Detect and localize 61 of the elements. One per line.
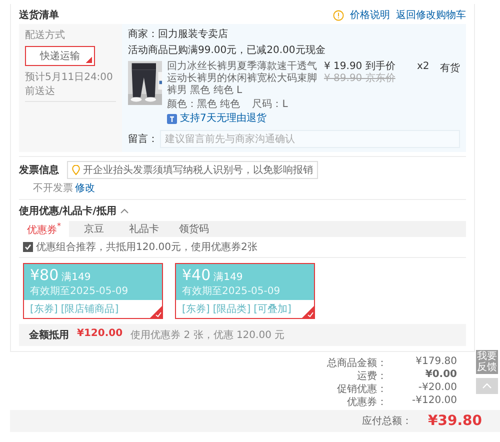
payable-amount: ¥39.80 bbox=[426, 413, 482, 429]
return-policy: 支持7天无理由退货 bbox=[180, 113, 266, 125]
tab[interactable]: 礼品卡 bbox=[119, 221, 169, 237]
checkbox[interactable] bbox=[23, 242, 33, 252]
shop-name: 商家：回力服装专卖店 bbox=[128, 28, 229, 41]
payable-label: 应付总额： bbox=[361, 414, 412, 428]
delivery-option[interactable]: 快递运输 bbox=[25, 46, 95, 66]
summary-amount: ¥120.00 bbox=[77, 328, 123, 341]
coupon-tag: [限品类] bbox=[212, 302, 251, 316]
total-value: ¥179.80 bbox=[414, 356, 457, 369]
field-label: 留言： bbox=[128, 132, 158, 146]
feedback-button[interactable]: 我要反馈 bbox=[476, 350, 498, 374]
tip-text: 开企业抬头发票须填写纳税人识别号，以免影响报销 bbox=[83, 164, 313, 177]
summary-label: 金额抵用 bbox=[29, 328, 69, 342]
summary-text: 使用优惠券 2 张，优惠 120.00 元 bbox=[130, 328, 285, 342]
coupon-tag: [东券] bbox=[182, 302, 210, 316]
section-title: 发票信息 bbox=[19, 164, 59, 177]
edit-link[interactable]: 修改 bbox=[75, 181, 95, 195]
coupon-condition: 满149 bbox=[62, 270, 91, 284]
stock-status: 有货 bbox=[440, 62, 460, 75]
product-size: 尺码：L bbox=[252, 99, 288, 111]
delivery-estimate: 预计5月11日24:00前送达 bbox=[25, 70, 116, 102]
check-corner-icon bbox=[150, 306, 162, 318]
return-badge-icon bbox=[167, 114, 177, 124]
section-title: 送货清单 bbox=[19, 8, 59, 22]
chevron-icon[interactable] bbox=[120, 208, 130, 214]
total-label: 总商品金额： bbox=[326, 356, 387, 369]
coupon-amount: ¥80 bbox=[30, 266, 59, 284]
total-label: 优惠券： bbox=[346, 396, 387, 408]
check-corner-icon bbox=[302, 306, 314, 318]
coupon-tag: [限店铺商品] bbox=[60, 302, 119, 316]
checkbox-label: 优惠组合推荐，共抵用120.00元，使用优惠券2张 bbox=[36, 240, 258, 254]
total-label: 运费： bbox=[356, 370, 387, 382]
product-color: 颜色：黑色 纯色 bbox=[167, 99, 240, 111]
field-label: 配送方式 bbox=[25, 28, 65, 42]
coupon-validity: 有效期至2025-05-09 bbox=[182, 286, 280, 297]
coupon-condition: 满149 bbox=[214, 270, 243, 284]
back-to-cart-link[interactable]: 返回修改购物车 bbox=[396, 8, 466, 22]
total-label: 促销优惠： bbox=[336, 382, 387, 395]
total-value: -¥120.00 bbox=[411, 395, 457, 408]
info-icon bbox=[333, 10, 344, 20]
promo-text: 活动商品已购满99.00元，已减20.00元现金 bbox=[128, 44, 326, 57]
coupon-amount: ¥40 bbox=[182, 266, 211, 284]
tab[interactable]: 优惠券$^{*}$ bbox=[19, 221, 69, 237]
invoice-status: 不开发票 bbox=[33, 182, 73, 195]
quantity: x2 bbox=[417, 61, 430, 72]
total-value: ¥0.00 bbox=[424, 369, 457, 382]
price-note-link[interactable]: 价格说明 bbox=[350, 8, 390, 22]
section-title[interactable]: 使用优惠/礼品卡/抵用 bbox=[19, 204, 116, 218]
tab[interactable]: 领货码 bbox=[169, 221, 219, 237]
product-price: ¥ 19.90 到手价 bbox=[324, 61, 396, 72]
tab[interactable]: 京豆 bbox=[69, 221, 119, 237]
location-pin-icon bbox=[72, 165, 80, 175]
coupon-tag: [可叠加] bbox=[254, 302, 292, 316]
chevron-up-icon bbox=[482, 383, 492, 389]
total-value: -¥20.00 bbox=[417, 382, 457, 395]
coupon-tag: [东券] bbox=[30, 302, 58, 316]
product-title[interactable]: 回力冰丝长裤男夏季薄款速干透气运动长裤男的休闲裤宽松大码束脚裤男 黑色 纯色 L bbox=[167, 61, 319, 97]
coupon-validity: 有效期至2025-05-09 bbox=[30, 286, 128, 297]
note-field[interactable]: 建议留言前先与商家沟通确认 bbox=[160, 130, 460, 148]
list-price: ¥ 89.90 京东价 bbox=[324, 73, 396, 85]
